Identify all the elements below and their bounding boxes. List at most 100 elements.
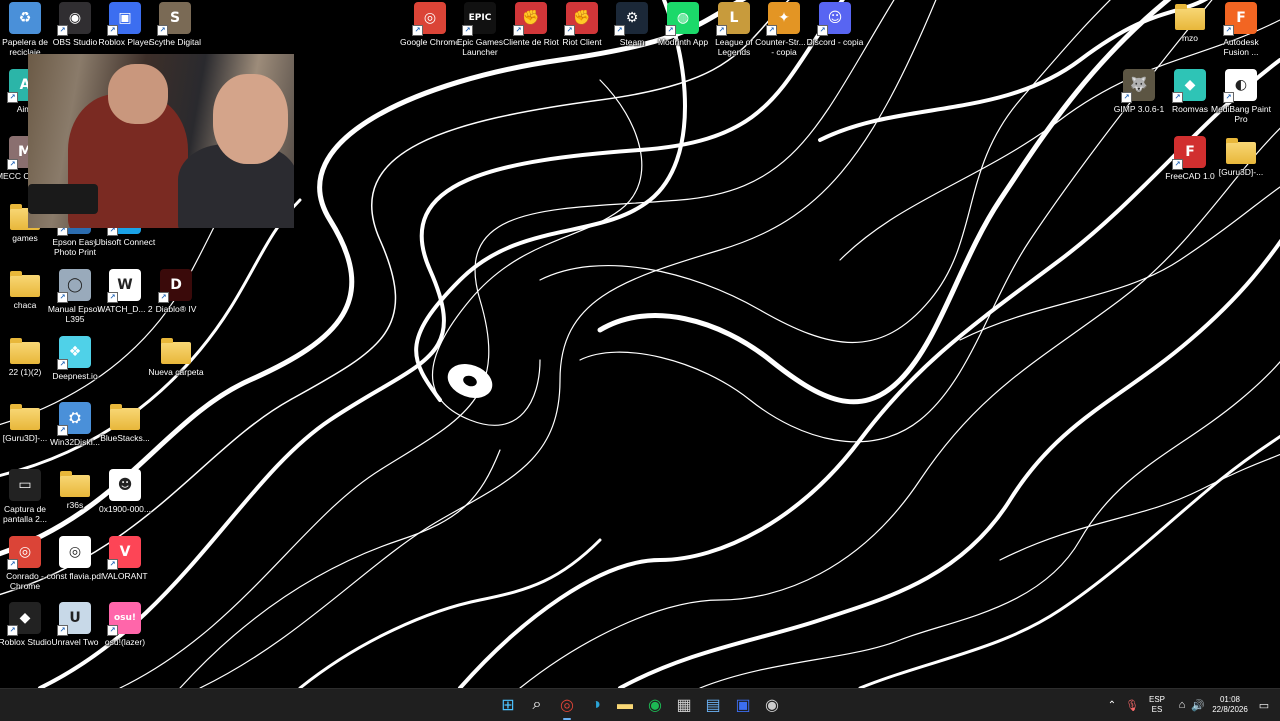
taskbar: ⊞ ⌕ ◎ ◑ ▬ ◉ ▦ ▤ ▣ ◉ ⌃ 🎙 ESP ES ⌂ 🔊 01:08 22/8/202…: [0, 688, 1280, 721]
chrome-icon: ◎ ↗: [412, 2, 446, 36]
taskbar-roblox[interactable]: ▣: [731, 693, 755, 717]
desktop-icon-label: 0x1900-000...: [99, 504, 151, 514]
desktop-icon[interactable]: BlueStacks...: [96, 402, 154, 443]
discord-icon: ☺ ↗: [817, 2, 851, 36]
taskbar-chrome[interactable]: ◎: [555, 693, 579, 720]
fusion-icon: F ↗: [1223, 2, 1257, 36]
window-icon: ▤: [705, 697, 721, 714]
riot-icon: ✊ ↗: [513, 2, 547, 36]
folder-icon: [10, 271, 40, 297]
desktop-icon[interactable]: osu! ↗ osu!(lazer): [96, 602, 154, 647]
desktop-icon[interactable]: ☺ ↗ Discord - copia: [806, 2, 864, 47]
modrinth-icon: ◍ ↗: [665, 2, 699, 36]
valorant-icon: V ↗: [107, 536, 141, 570]
webcam-person-left-head: [108, 64, 168, 124]
folder-icon: [10, 338, 40, 364]
shortcut-arrow-icon: ↗: [564, 25, 575, 36]
obs-icon: ◉ ↗: [57, 2, 91, 36]
roblox-icon: ▣ ↗: [107, 2, 141, 36]
taskbar-spotify[interactable]: ◉: [643, 693, 667, 717]
desktop-icon[interactable]: D ↗ Diablo® IV: [147, 269, 205, 314]
obs-icon: ◉: [765, 697, 779, 714]
shortcut-arrow-icon: ↗: [107, 559, 118, 570]
start-button[interactable]: ⊞: [496, 693, 520, 717]
folder-icon: [1175, 4, 1205, 30]
desktop-icon-label: VALORANT: [102, 571, 148, 581]
desktop-icon[interactable]: S ↗ Scythe Digital: [146, 2, 204, 47]
shortcut-arrow-icon: ↗: [7, 559, 18, 570]
folder-icon: [10, 404, 40, 430]
shortcut-arrow-icon: ↗: [462, 25, 473, 36]
shortcut-arrow-icon: ↗: [158, 292, 169, 303]
desktop-icon-label: BlueStacks...: [100, 433, 150, 443]
folder-icon: ▬: [617, 696, 633, 713]
volume-icon[interactable]: 🔊: [1186, 693, 1210, 717]
screenshot-icon: ▭: [9, 469, 41, 501]
shortcut-arrow-icon: ↗: [412, 25, 423, 36]
windows-start-icon: ⊞: [501, 697, 515, 714]
steam-icon: ⚙ ↗: [614, 2, 648, 36]
taskbar-file-explorer[interactable]: ▬: [613, 693, 637, 717]
troll-face-icon: ☻: [109, 469, 141, 501]
language-indicator[interactable]: ESP ES: [1145, 695, 1169, 715]
taskbar-task-manager[interactable]: ▤: [701, 693, 725, 717]
shortcut-arrow-icon: ↗: [1172, 159, 1183, 170]
shortcut-arrow-icon: ↗: [157, 25, 168, 36]
osu-icon: osu! ↗: [107, 602, 141, 636]
desktop-icon[interactable]: [Guru3D]-...: [1212, 136, 1270, 177]
desktop-icon-label: MediBang Paint Pro: [1210, 104, 1271, 124]
shortcut-arrow-icon: ↗: [665, 25, 676, 36]
roblox-icon: ▣: [735, 697, 751, 714]
folder-icon: [110, 404, 140, 430]
desktop-icon-label: Nueva carpeta: [148, 367, 204, 377]
desktop-icon[interactable]: EPIC ↗ Epic Games Launcher: [451, 2, 509, 57]
notifications-icon[interactable]: ▭: [1252, 693, 1276, 717]
shortcut-arrow-icon: ↗: [817, 25, 828, 36]
shortcut-arrow-icon: ↗: [7, 625, 18, 636]
shortcut-arrow-icon: ↗: [1223, 25, 1234, 36]
epson-manual-icon: ◯ ↗: [57, 269, 91, 303]
desktop-icon-label: Autodesk Fusion ...: [1223, 37, 1259, 57]
desktop-icon[interactable]: ❖ ↗ Deepnest.io: [46, 336, 104, 381]
riot-client-icon: ✊ ↗: [564, 2, 598, 36]
desktop-icon[interactable]: Nueva carpeta: [147, 336, 205, 377]
desktop-icon-label: [Guru3D]-...: [1218, 167, 1264, 177]
taskbar-obs[interactable]: ◉: [760, 693, 784, 717]
desktop-icon[interactable]: ✦ ↗ Counter-Str... 2 - copia: [755, 2, 813, 57]
desktop-icon[interactable]: ☻ 0x1900-000...: [96, 469, 154, 514]
clock[interactable]: 01:08 22/8/2026: [1208, 695, 1252, 715]
shortcut-arrow-icon: ↗: [614, 25, 625, 36]
shortcut-arrow-icon: ↗: [57, 625, 68, 636]
shortcut-arrow-icon: ↗: [1172, 92, 1183, 103]
shortcut-arrow-icon: ↗: [513, 25, 524, 36]
freecad-icon: F ↗: [1172, 136, 1206, 170]
clock-time: 01:08: [1219, 695, 1241, 704]
unravel-icon: U ↗: [57, 602, 91, 636]
taskbar-edge[interactable]: ◑: [584, 693, 608, 717]
shortcut-arrow-icon: ↗: [7, 159, 18, 170]
taskbar-store[interactable]: ▦: [672, 693, 696, 717]
microphone-icon[interactable]: 🎙: [1120, 693, 1144, 717]
desktop-icon-label: Ubisoft Connect: [94, 237, 156, 247]
webcam-overlay: [28, 54, 294, 228]
league-icon: L ↗: [716, 2, 750, 36]
shortcut-arrow-icon: ↗: [716, 25, 727, 36]
desktop-icon-label: Deepnest.io: [52, 371, 98, 381]
counter-strike-icon: ✦ ↗: [766, 2, 800, 36]
region-label: ES: [1151, 705, 1163, 714]
watch-dogs-icon: W ↗: [107, 269, 141, 303]
desktop-icon[interactable]: ◐ ↗ MediBang Paint Pro: [1210, 69, 1271, 124]
chrome-profile-icon: ◎ ↗: [7, 536, 41, 570]
webcam-person-right-head: [213, 74, 288, 164]
medibang-icon: ◐ ↗: [1223, 69, 1257, 103]
desktop-icon[interactable]: F ↗ Autodesk Fusion ...: [1212, 2, 1270, 57]
folder-icon: [1226, 138, 1256, 164]
gimp-icon: 🐺 ↗: [1121, 69, 1155, 103]
search-icon: ⌕: [532, 696, 542, 713]
shortcut-arrow-icon: ↗: [57, 425, 68, 436]
deepnest-icon: ❖ ↗: [57, 336, 91, 370]
desktop-icon-label: osu!(lazer): [104, 637, 146, 647]
search-button[interactable]: ⌕: [525, 693, 549, 717]
desktop-icon[interactable]: V ↗ VALORANT: [96, 536, 154, 581]
folder-icon: [161, 338, 191, 364]
